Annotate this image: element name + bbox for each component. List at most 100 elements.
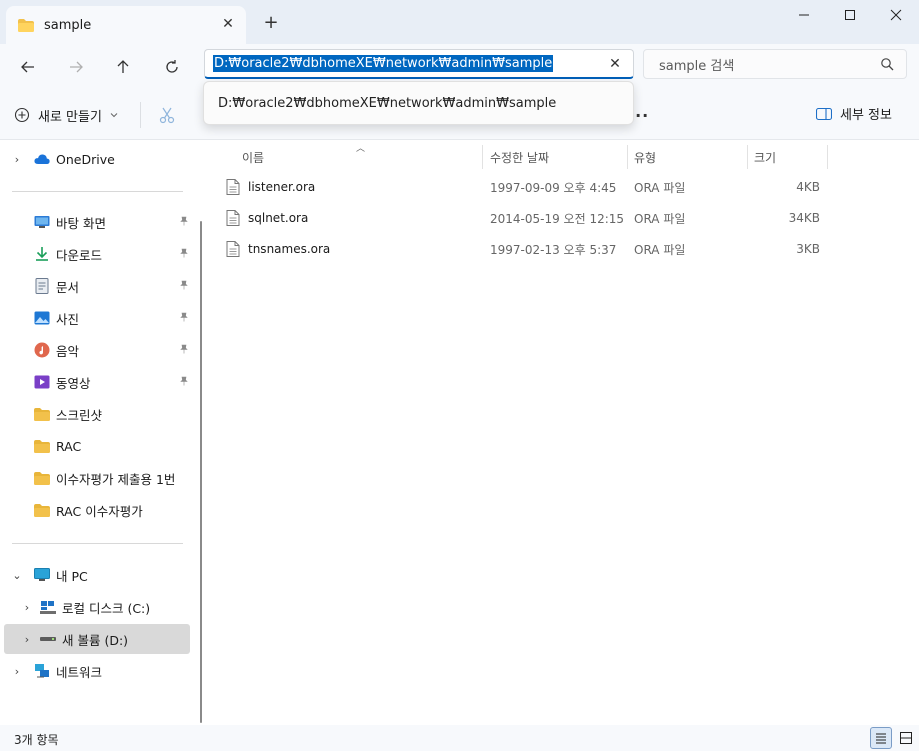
tab-close-icon[interactable]: ✕	[220, 16, 236, 32]
sidebar-item-quick[interactable]: 스크린샷	[0, 399, 190, 429]
sidebar-item-network[interactable]: › 네트워크	[0, 656, 190, 686]
sidebar-item-label: 바탕 화면	[56, 215, 106, 231]
details-pane-button[interactable]: 세부 정보	[816, 104, 892, 123]
sidebar-item-quick[interactable]: 이수자평가 제출용 1번	[0, 463, 190, 493]
sidebar-divider	[12, 543, 183, 544]
pin-icon[interactable]	[178, 216, 190, 228]
file-modified: 2014-05-19 오전 12:15	[490, 211, 625, 226]
search-input[interactable]: sample 검색	[659, 55, 734, 74]
sidebar-item-quick[interactable]: 동영상	[0, 367, 190, 397]
sidebar-item-quick[interactable]: 음악	[0, 335, 190, 365]
sidebar-item-onedrive[interactable]: › OneDrive	[0, 144, 190, 174]
refresh-button[interactable]	[157, 52, 187, 82]
file-row[interactable]: tnsnames.ora 1997-02-13 오후 5:37 ORA 파일 3KB	[226, 235, 826, 263]
tab-sample[interactable]: sample ✕	[6, 6, 246, 44]
sidebar-item-this-pc[interactable]: ⌄ 내 PC	[0, 560, 190, 590]
scissors-icon[interactable]	[158, 106, 176, 124]
item-count: 3개 항목	[14, 733, 59, 747]
maximize-icon	[845, 10, 855, 20]
sidebar-item-quick[interactable]: 사진	[0, 303, 190, 333]
folder-icon	[34, 502, 50, 518]
close-icon	[890, 9, 902, 21]
folder-icon	[34, 406, 50, 422]
arrow-left-icon	[21, 61, 34, 73]
sidebar-item-quick[interactable]: 바탕 화면	[0, 207, 190, 237]
file-size: 3KB	[796, 242, 820, 256]
plus-circle-icon	[14, 107, 30, 123]
column-header-size[interactable]: 크기	[754, 145, 776, 169]
arrow-up-icon	[117, 60, 129, 73]
column-divider[interactable]	[827, 145, 828, 169]
chevron-down-icon[interactable]: ⌄	[10, 569, 24, 582]
address-input[interactable]: D:₩oracle2₩dbhomeXE₩network₩admin₩sample	[213, 55, 554, 72]
file-size: 4KB	[796, 180, 820, 194]
network-icon	[34, 663, 50, 679]
column-divider[interactable]	[747, 145, 748, 169]
tiles-view-button[interactable]	[895, 727, 917, 749]
sidebar-item-quick[interactable]: RAC 이수자평가	[0, 495, 190, 525]
sidebar-item-quick[interactable]: 다운로드	[0, 239, 190, 269]
chevron-right-icon[interactable]: ›	[10, 153, 24, 166]
up-button[interactable]	[108, 52, 138, 82]
search-box[interactable]: sample 검색	[643, 49, 907, 79]
sidebar-divider	[12, 191, 183, 192]
sidebar-item-drive-d[interactable]: › 새 볼륨 (D:)	[4, 624, 190, 654]
pin-icon[interactable]	[178, 280, 190, 292]
sidebar-item-drive-c[interactable]: › 로컬 디스크 (C:)	[10, 592, 190, 622]
chevron-right-icon[interactable]: ›	[10, 665, 24, 678]
pin-icon[interactable]	[178, 376, 190, 388]
sidebar-item-label: 새 볼륨 (D:)	[62, 632, 129, 648]
desktop-icon	[34, 214, 50, 230]
chevron-right-icon[interactable]: ›	[20, 633, 34, 646]
file-size: 34KB	[788, 211, 820, 225]
tab-label: sample	[44, 17, 92, 33]
sidebar-item-label: 동영상	[56, 375, 91, 391]
file-row[interactable]: listener.ora 1997-09-09 오후 4:45 ORA 파일 4KB	[226, 173, 826, 201]
new-tab-button[interactable]: +	[262, 14, 280, 32]
close-window-button[interactable]	[873, 0, 919, 30]
column-divider[interactable]	[482, 145, 483, 169]
toolbar-divider	[140, 102, 141, 128]
column-divider[interactable]	[627, 145, 628, 169]
pin-icon[interactable]	[178, 312, 190, 324]
file-type: ORA 파일	[634, 242, 686, 257]
address-suggestion[interactable]: D:₩oracle2₩dbhomeXE₩network₩admin₩sample	[203, 81, 634, 125]
back-button[interactable]	[13, 52, 43, 82]
sidebar-item-label: RAC 이수자평가	[56, 503, 143, 519]
file-type: ORA 파일	[634, 180, 686, 195]
chevron-right-icon[interactable]: ›	[20, 601, 34, 614]
clear-address-icon[interactable]: ✕	[607, 56, 623, 72]
pin-icon[interactable]	[178, 248, 190, 260]
sidebar-item-label: 내 PC	[56, 568, 88, 584]
details-view-button[interactable]	[870, 727, 892, 749]
sidebar-item-label: 사진	[56, 311, 80, 327]
sidebar-item-quick[interactable]: 문서	[0, 271, 190, 301]
address-bar[interactable]: D:₩oracle2₩dbhomeXE₩network₩admin₩sample…	[204, 49, 634, 79]
file-row[interactable]: sqlnet.ora 2014-05-19 오전 12:15 ORA 파일 34KB	[226, 204, 826, 232]
sidebar-item-label: 로컬 디스크 (C:)	[62, 600, 151, 616]
download-icon	[34, 246, 50, 262]
maximize-button[interactable]	[827, 0, 873, 30]
column-header-type[interactable]: 유형	[634, 145, 656, 169]
sort-ascending-icon: ︿	[356, 144, 366, 154]
search-icon[interactable]	[880, 57, 894, 71]
column-header-name[interactable]: 이름	[242, 145, 264, 169]
document-icon	[34, 278, 50, 294]
forward-button[interactable]	[61, 52, 91, 82]
sidebar-scrollbar[interactable]	[200, 221, 202, 723]
tiles-view-icon	[900, 732, 912, 744]
column-header-modified[interactable]: 수정한 날짜	[490, 145, 549, 169]
file-icon	[226, 241, 240, 257]
sidebar-item-quick[interactable]: RAC	[0, 431, 190, 461]
minimize-button[interactable]	[781, 0, 827, 30]
sidebar-item-label: RAC	[56, 438, 82, 454]
new-button[interactable]: 새로 만들기	[14, 102, 118, 128]
drive-c-icon	[40, 599, 56, 615]
music-icon	[34, 342, 50, 358]
navigation-pane: › OneDrive 바탕 화면다운로드 문서사진음악동영상스크린샷 RAC 이수자평…	[0, 141, 208, 725]
details-pane-icon	[816, 107, 832, 120]
pin-icon[interactable]	[178, 344, 190, 356]
file-explorer-window: sample ✕ + D:₩oracle2₩dbhomeXE₩network₩a…	[0, 0, 919, 751]
drive-d-icon	[40, 631, 56, 647]
new-button-label: 새로 만들기	[38, 109, 102, 125]
